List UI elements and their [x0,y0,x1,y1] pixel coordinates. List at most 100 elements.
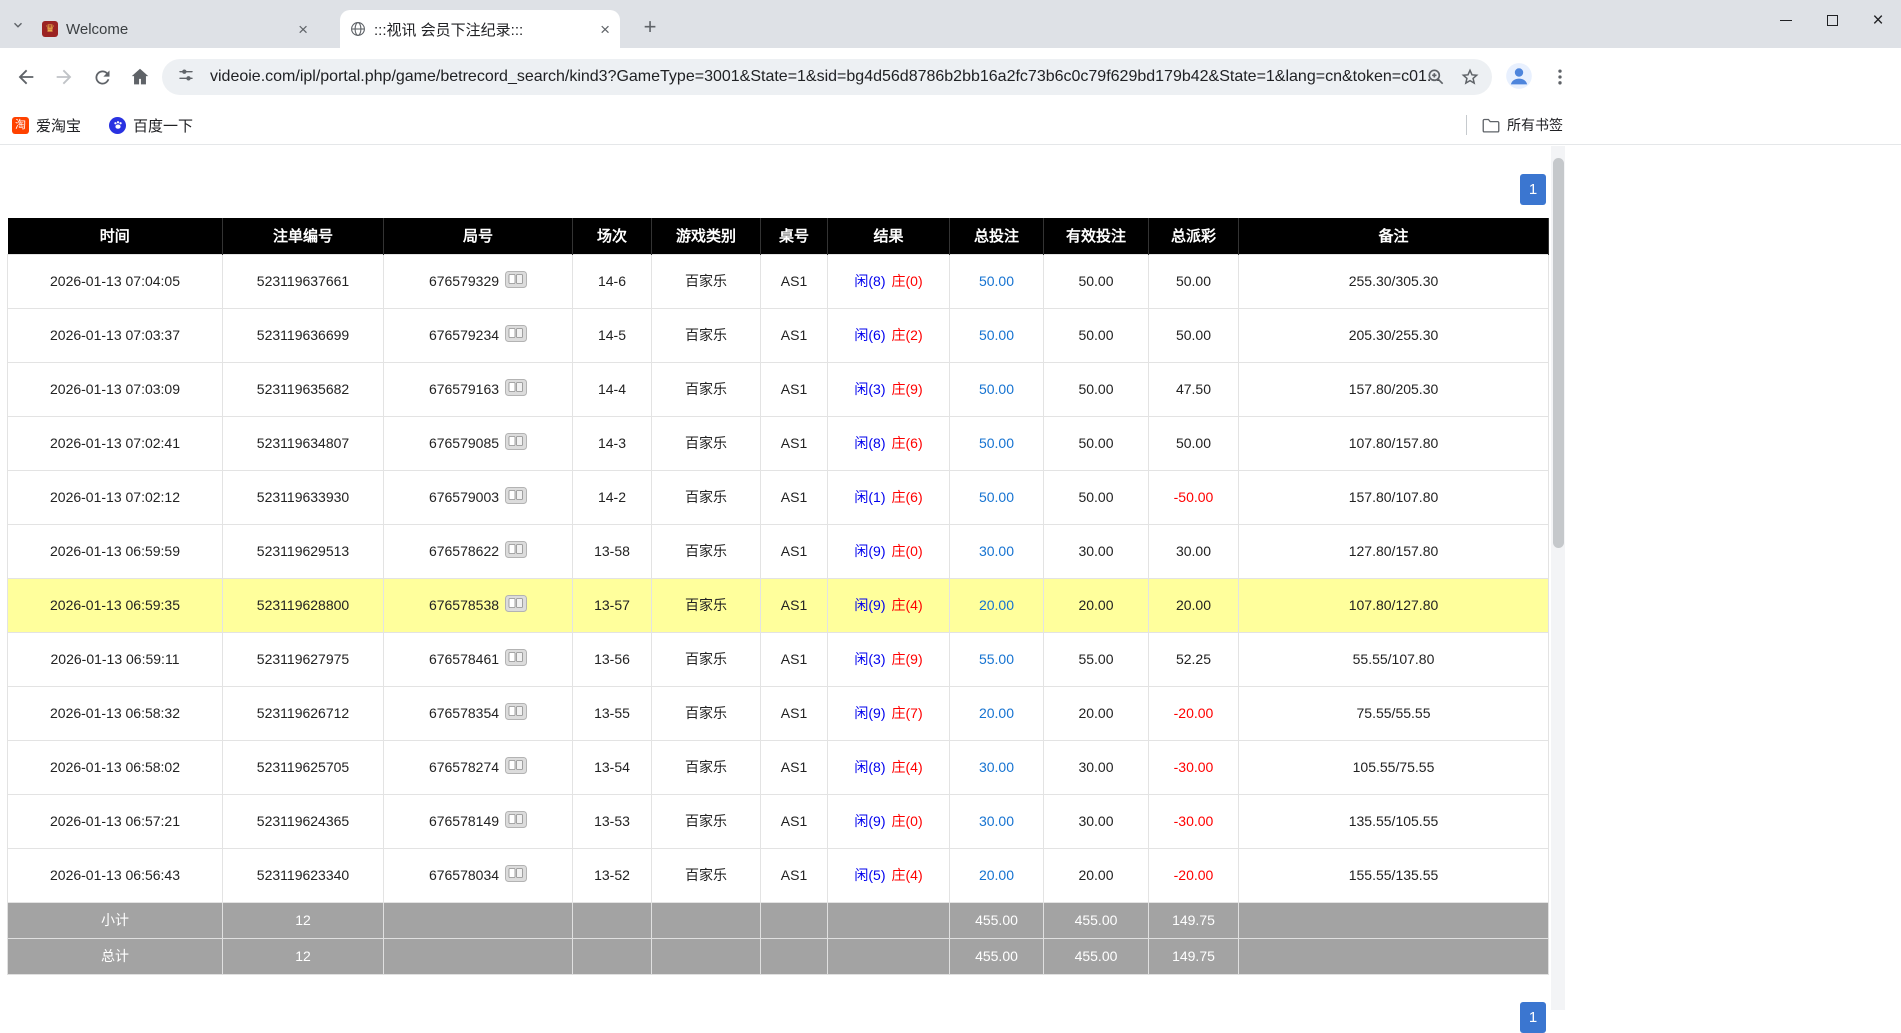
column-header: 游戏类别 [652,218,761,254]
round-preview-icon[interactable] [505,649,527,669]
result-banker: 庄(4) [892,867,923,883]
close-window-button[interactable]: × [1855,0,1901,40]
table-row[interactable]: 2026-01-13 06:59:11 523119627975 6765784… [8,632,1549,686]
bookmark-taobao[interactable]: 淘 爱淘宝 [12,115,81,136]
table-row[interactable]: 2026-01-13 07:02:12 523119633930 6765790… [8,470,1549,524]
home-button[interactable] [128,65,152,89]
cell-remark: 55.55/107.80 [1353,651,1435,667]
result-player: 闲(8) [854,435,885,451]
cell-total-bet: 20.00 [979,705,1014,721]
reload-button[interactable] [90,65,114,89]
cell-payout: -30.00 [1174,813,1214,829]
result-player: 闲(3) [854,651,885,667]
cell-bet-id: 523119628800 [257,597,349,613]
summary-label: 总计 [101,948,129,964]
cell-time: 2026-01-13 06:59:59 [50,543,180,559]
table-row[interactable]: 2026-01-13 06:56:43 523119623340 6765780… [8,848,1549,902]
cell-remark: 105.55/75.55 [1353,759,1435,775]
table-row[interactable]: 2026-01-13 07:03:37 523119636699 6765792… [8,308,1549,362]
cell-total-bet: 50.00 [979,435,1014,451]
table-row[interactable]: 2026-01-13 06:59:35 523119628800 6765785… [8,578,1549,632]
back-button[interactable] [14,65,38,89]
menu-dots-icon[interactable] [1548,65,1572,89]
cell-time: 2026-01-13 06:59:35 [50,597,180,613]
taobao-icon: 淘 [12,117,29,134]
round-preview-icon[interactable] [505,865,527,885]
minimize-button[interactable] [1763,0,1809,40]
tab-bet-records[interactable]: :::视讯 会员下注纪录::: × [340,10,620,48]
result-banker: 庄(9) [892,381,923,397]
close-tab-icon[interactable]: × [600,21,610,38]
cell-session: 14-2 [598,489,626,505]
round-preview-icon[interactable] [505,703,527,723]
result-banker: 庄(4) [892,759,923,775]
result-banker: 庄(6) [892,435,923,451]
cell-valid-bet: 30.00 [1078,759,1113,775]
result-player: 闲(5) [854,867,885,883]
table-row[interactable]: 2026-01-13 07:03:09 523119635682 6765791… [8,362,1549,416]
maximize-button[interactable] [1809,0,1855,40]
round-preview-icon[interactable] [505,325,527,345]
column-header: 备注 [1239,218,1549,254]
cell-remark: 107.80/157.80 [1349,435,1439,451]
table-row[interactable]: 2026-01-13 06:58:02 523119625705 6765782… [8,740,1549,794]
forward-button[interactable] [52,65,76,89]
site-settings-icon[interactable] [176,65,198,90]
result-player: 闲(9) [854,597,885,613]
round-preview-icon[interactable] [505,541,527,561]
browser-toolbar: videoie.com/ipl/portal.php/game/betrecor… [0,48,1901,106]
all-bookmarks[interactable]: 所有书签 [1466,106,1563,144]
cell-payout: 52.25 [1176,651,1211,667]
table-row[interactable]: 2026-01-13 06:57:21 523119624365 6765781… [8,794,1549,848]
cell-bet-id: 523119626712 [257,705,349,721]
pagination-page-1-top[interactable]: 1 [1520,174,1546,205]
table-row[interactable]: 2026-01-13 07:02:41 523119634807 6765790… [8,416,1549,470]
round-preview-icon[interactable] [505,487,527,507]
round-preview-icon[interactable] [505,595,527,615]
round-preview-icon[interactable] [505,433,527,453]
round-preview-icon[interactable] [505,757,527,777]
cell-round: 676579234 [429,327,499,343]
summary-label: 小计 [101,912,129,928]
cell-session: 14-6 [598,273,626,289]
scrollbar[interactable] [1551,146,1565,1010]
result-player: 闲(1) [854,489,885,505]
cell-bet-id: 523119635682 [257,381,349,397]
cell-remark: 157.80/107.80 [1349,489,1439,505]
cell-time: 2026-01-13 07:02:12 [50,489,180,505]
summary-payout: 149.75 [1172,948,1215,964]
cell-round: 676578354 [429,705,499,721]
profile-avatar[interactable] [1504,61,1534,91]
table-row[interactable]: 2026-01-13 07:04:05 523119637661 6765793… [8,254,1549,308]
cell-total-bet: 30.00 [979,759,1014,775]
cell-table-no: AS1 [781,705,807,721]
summary-valid-bet: 455.00 [1075,948,1118,964]
table-row[interactable]: 2026-01-13 06:58:32 523119626712 6765783… [8,686,1549,740]
round-preview-icon[interactable] [505,811,527,831]
cell-time: 2026-01-13 06:59:11 [51,651,180,667]
bet-table-body: 2026-01-13 07:04:05 523119637661 6765793… [8,254,1549,902]
pagination-page-1-bottom[interactable]: 1 [1520,1002,1546,1033]
summary-total-bet: 455.00 [975,912,1018,928]
result-banker: 庄(2) [892,327,923,343]
bookmark-star-icon[interactable] [1458,65,1482,89]
round-preview-icon[interactable] [505,271,527,291]
cell-table-no: AS1 [781,381,807,397]
cell-payout: -20.00 [1174,705,1214,721]
scrollbar-thumb[interactable] [1553,158,1564,548]
bet-records-table: 时间注单编号局号场次游戏类别桌号结果总投注有效投注总派彩备注 2026-01-1… [7,218,1549,975]
close-tab-icon[interactable]: × [298,21,308,38]
table-row[interactable]: 2026-01-13 06:59:59 523119629513 6765786… [8,524,1549,578]
bookmark-baidu[interactable]: 百度一下 [109,115,193,136]
new-tab-button[interactable]: + [636,13,664,41]
cell-table-no: AS1 [781,273,807,289]
chevron-down-icon[interactable] [8,15,28,35]
cell-payout: 47.50 [1176,381,1211,397]
cell-game-type: 百家乐 [685,381,727,397]
cell-session: 13-54 [594,759,630,775]
round-preview-icon[interactable] [505,379,527,399]
zoom-icon[interactable] [1424,65,1448,89]
url-bar[interactable]: videoie.com/ipl/portal.php/game/betrecor… [162,59,1492,95]
tab-welcome[interactable]: ♛ Welcome × [32,10,318,48]
cell-time: 2026-01-13 07:04:05 [50,273,180,289]
